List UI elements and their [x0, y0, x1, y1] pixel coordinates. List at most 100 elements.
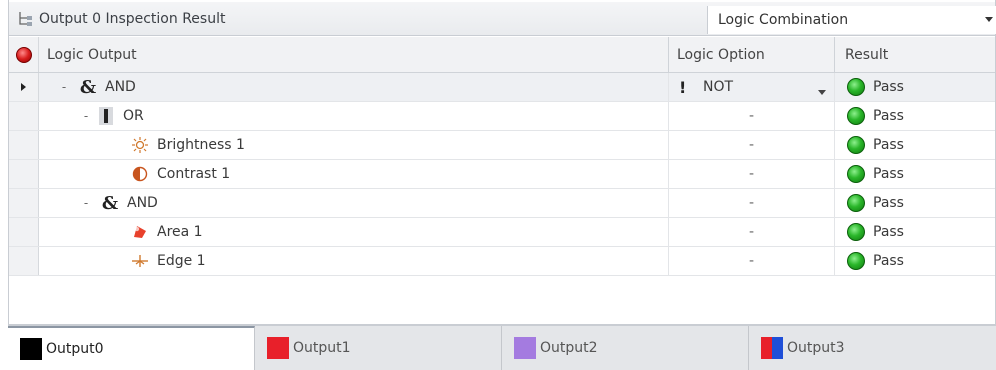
table-row[interactable]: - & AND ! NOT Pass — [9, 73, 995, 102]
node-label: Brightness 1 — [157, 137, 245, 153]
option-value: - — [748, 253, 755, 269]
brightness-icon — [131, 136, 149, 154]
row-indicator — [9, 189, 39, 217]
not-icon: ! — [679, 77, 687, 97]
result-label: Pass — [873, 224, 904, 240]
result-cell: Pass — [835, 73, 995, 101]
column-header-logic-output[interactable]: Logic Output — [39, 37, 669, 72]
result-cell: Pass — [835, 160, 995, 188]
collapse-toggle-icon[interactable]: - — [57, 80, 71, 94]
tab-label: Output0 — [46, 341, 104, 357]
result-cell: Pass — [835, 131, 995, 159]
option-value: - — [748, 108, 755, 124]
table-row[interactable]: Brightness 1 - Pass — [9, 131, 995, 160]
pass-led-icon — [847, 136, 865, 154]
result-label: Pass — [873, 108, 904, 124]
tab-output2[interactable]: Output2 — [502, 326, 749, 370]
pass-led-icon — [847, 194, 865, 212]
pass-led-icon — [847, 78, 865, 96]
chevron-down-icon — [818, 89, 826, 95]
table-row[interactable]: Contrast 1 - Pass — [9, 160, 995, 189]
grid-header-row: Logic Output Logic Option Result — [9, 37, 995, 73]
node-label: OR — [123, 108, 144, 124]
tree-node[interactable]: - OR — [39, 102, 669, 130]
or-gate-icon — [99, 107, 113, 125]
and-gate-icon: & — [79, 76, 97, 98]
option-value: - — [748, 224, 755, 240]
collapse-toggle-icon[interactable]: - — [79, 196, 93, 210]
table-row[interactable]: - & AND - Pass — [9, 189, 995, 218]
dropdown-value: Logic Combination — [718, 12, 849, 28]
logic-combination-dropdown[interactable]: Logic Combination — [707, 6, 996, 34]
node-label: AND — [127, 195, 158, 211]
logic-option-cell[interactable]: - — [669, 102, 835, 130]
pass-led-icon — [847, 223, 865, 241]
tree-node[interactable]: - & AND — [39, 189, 669, 217]
row-indicator — [9, 73, 39, 101]
result-cell: Pass — [835, 102, 995, 130]
row-indicator — [9, 131, 39, 159]
logic-option-cell[interactable]: - — [669, 160, 835, 188]
column-header-result[interactable]: Result — [835, 37, 995, 72]
column-label: Logic Option — [677, 46, 765, 63]
table-row[interactable]: Edge 1 - Pass — [9, 247, 995, 276]
tree-node[interactable]: - & AND — [39, 73, 669, 101]
tab-output1[interactable]: Output1 — [255, 326, 502, 370]
tree-node[interactable]: Contrast 1 — [39, 160, 669, 188]
table-row[interactable]: - OR - Pass — [9, 102, 995, 131]
row-indicator — [9, 102, 39, 130]
tab-label: Output2 — [540, 340, 598, 356]
panel-title: Output 0 Inspection Result — [39, 11, 226, 27]
result-label: Pass — [873, 137, 904, 153]
tree-node[interactable]: Area 1 — [39, 218, 669, 246]
logic-option-cell[interactable]: - — [669, 131, 835, 159]
logic-option-cell[interactable]: - — [669, 218, 835, 246]
tab-label: Output1 — [293, 340, 351, 356]
result-label: Pass — [873, 195, 904, 211]
pass-led-icon — [847, 107, 865, 125]
node-label: Area 1 — [157, 224, 203, 240]
node-label: Edge 1 — [157, 253, 206, 269]
logic-option-cell[interactable]: - — [669, 247, 835, 275]
area-icon — [131, 223, 149, 241]
result-cell: Pass — [835, 247, 995, 275]
result-cell: Pass — [835, 218, 995, 246]
table-row[interactable]: Area 1 - Pass — [9, 218, 995, 247]
tab-output3[interactable]: Output3 — [749, 326, 996, 370]
tree-node[interactable]: Edge 1 — [39, 247, 669, 275]
pass-led-icon — [847, 252, 865, 270]
logic-option-dropdown[interactable]: ! NOT — [669, 73, 835, 101]
output-tab-bar: Output0 Output1 Output2 Output3 — [8, 325, 996, 370]
and-gate-icon: & — [101, 192, 119, 214]
output0-color-swatch — [20, 338, 42, 360]
output1-color-swatch — [267, 337, 289, 359]
tab-output0[interactable]: Output0 — [8, 326, 255, 370]
current-row-arrow-icon — [21, 83, 26, 91]
inspection-result-panel: Output 0 Inspection Result Logic Combina… — [8, 0, 996, 325]
status-led-icon — [15, 46, 32, 63]
node-label: Contrast 1 — [157, 166, 231, 182]
panel-header: Output 0 Inspection Result Logic Combina… — [9, 2, 996, 36]
result-label: Pass — [873, 253, 904, 269]
panel-title-area: Output 0 Inspection Result — [17, 8, 225, 30]
pass-led-icon — [847, 165, 865, 183]
row-indicator — [9, 160, 39, 188]
row-indicator — [9, 247, 39, 275]
collapse-toggle-icon[interactable]: - — [79, 109, 93, 123]
row-indicator — [9, 218, 39, 246]
logic-option-cell[interactable]: - — [669, 189, 835, 217]
column-header-logic-option[interactable]: Logic Option — [669, 37, 835, 72]
output2-color-swatch — [514, 337, 536, 359]
tree-icon — [17, 10, 35, 28]
option-value: - — [748, 166, 755, 182]
chevron-down-icon — [985, 17, 993, 22]
option-value: - — [748, 137, 755, 153]
tree-node[interactable]: Brightness 1 — [39, 131, 669, 159]
output3-color-swatch — [761, 337, 783, 359]
result-label: Pass — [873, 166, 904, 182]
contrast-icon — [131, 165, 149, 183]
status-indicator-cell — [9, 37, 39, 72]
column-label: Logic Output — [47, 46, 137, 63]
option-value: NOT — [703, 79, 734, 95]
result-label: Pass — [873, 79, 904, 95]
